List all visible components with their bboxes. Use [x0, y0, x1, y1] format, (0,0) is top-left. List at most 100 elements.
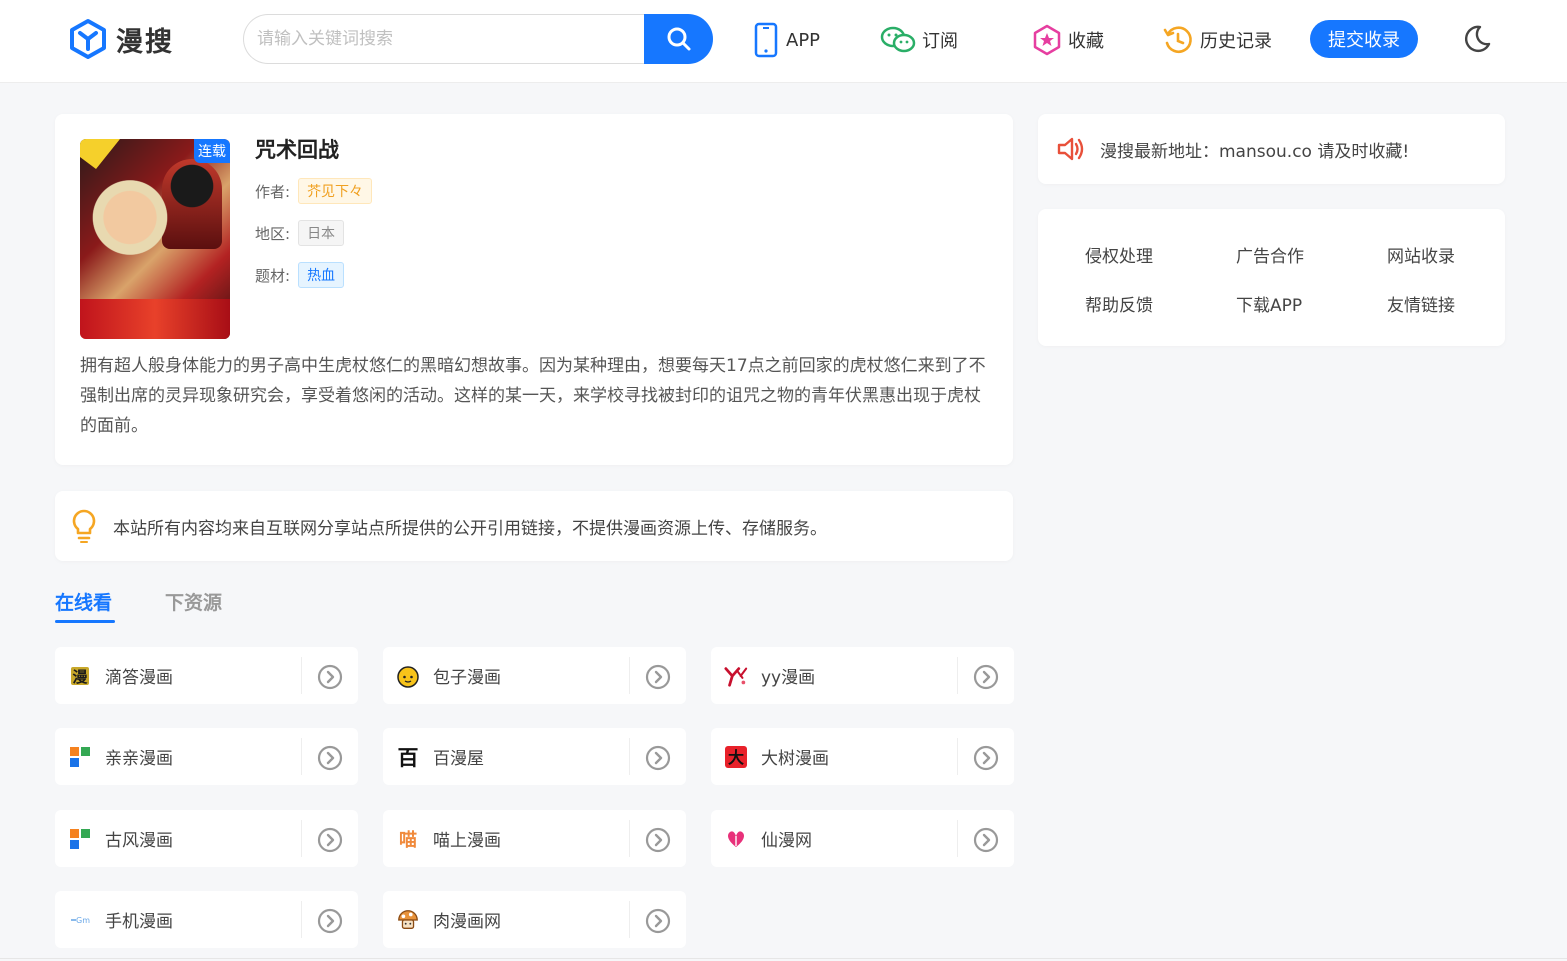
baiman-icon: 百: [396, 745, 420, 769]
svg-text:Gm: Gm: [76, 916, 90, 925]
source-name: yy漫画: [761, 668, 816, 688]
link-feedback[interactable]: 帮助反馈: [1085, 291, 1153, 316]
genre-row: 题材: 热血: [255, 262, 345, 288]
author-tag[interactable]: 芥见下々: [298, 178, 373, 204]
active-tab-indicator: [55, 620, 115, 623]
nav-app-label: APP: [786, 29, 821, 51]
go-arrow-icon[interactable]: [317, 745, 343, 775]
comic-info-card: 连载 咒术回战 作者: 芥见下々 地区: 日本 题材: 热血 拥有超人般身体能力…: [55, 114, 1013, 465]
nav-subscribe-label: 订阅: [922, 31, 958, 52]
tab-download[interactable]: 下资源: [165, 588, 222, 615]
source-name: 百漫屋: [433, 749, 484, 769]
search-icon: [667, 27, 690, 51]
announcement-card: 漫搜最新地址：mansou.co 请及时收藏!: [1038, 114, 1505, 184]
dashu-icon: 大: [724, 745, 748, 769]
source-name: 大树漫画: [761, 749, 829, 769]
status-badge: 连载: [194, 139, 230, 163]
nav-history[interactable]: 历史记录: [1162, 20, 1272, 60]
phone-icon: [754, 22, 778, 58]
footer-links-card: 侵权处理 广告合作 网站收录 帮助反馈 下载APP 友情链接: [1038, 209, 1505, 346]
source-item[interactable]: 肉漫画网: [383, 891, 686, 948]
disclaimer-notice: 本站所有内容均来自互联网分享站点所提供的公开引用链接，不提供漫画资源上传、存储服…: [55, 491, 1013, 561]
nav-favorites[interactable]: 收藏: [1032, 20, 1104, 60]
svg-text:百: 百: [398, 745, 419, 769]
svg-text:喵: 喵: [399, 830, 417, 851]
source-item[interactable]: 仙漫网: [711, 810, 1014, 867]
source-item[interactable]: 古风漫画: [55, 810, 358, 867]
go-arrow-icon[interactable]: [973, 745, 999, 775]
nav-app[interactable]: APP: [752, 20, 820, 60]
source-item[interactable]: 大 大树漫画: [711, 728, 1014, 785]
author-label: 作者:: [255, 182, 291, 201]
go-arrow-icon[interactable]: [973, 664, 999, 694]
go-arrow-icon[interactable]: [317, 908, 343, 938]
speaker-icon: [1057, 137, 1084, 161]
go-arrow-icon[interactable]: [645, 745, 671, 775]
miao-icon: 喵: [396, 827, 420, 851]
nav-subscribe[interactable]: 订阅: [880, 20, 958, 60]
region-tag[interactable]: 日本: [298, 220, 345, 246]
search-bar: [243, 14, 713, 64]
link-friends[interactable]: 友情链接: [1387, 291, 1455, 316]
source-item[interactable]: yy漫画: [711, 647, 1014, 704]
source-item[interactable]: 百 百漫屋: [383, 728, 686, 785]
go-arrow-icon[interactable]: [645, 827, 671, 857]
search-button[interactable]: [644, 14, 713, 64]
search-input[interactable]: [243, 14, 653, 64]
nav-favorites-label: 收藏: [1068, 31, 1104, 52]
top-header: 漫搜 APP 订阅 收藏: [0, 0, 1567, 83]
submit-site-button[interactable]: 提交收录: [1310, 20, 1418, 58]
shouji-icon: Gm: [68, 908, 92, 932]
source-name: 古风漫画: [105, 831, 173, 851]
lightbulb-icon: [72, 509, 96, 543]
history-clock-icon: [1163, 26, 1192, 53]
page-bottom-divider: [0, 958, 1567, 959]
region-row: 地区: 日本: [255, 220, 345, 246]
source-name: 肉漫画网: [433, 912, 501, 932]
disclaimer-text: 本站所有内容均来自互联网分享站点所提供的公开引用链接，不提供漫画资源上传、存储服…: [113, 518, 827, 539]
comic-description: 拥有超人般身体能力的男子高中生虎杖悠仁的黑暗幻想故事。因为某种理由，想要每天17…: [80, 356, 986, 436]
gufeng-icon: [68, 827, 92, 851]
svg-text:漫: 漫: [72, 668, 88, 686]
source-item[interactable]: 亲亲漫画: [55, 728, 358, 785]
comic-cover[interactable]: 连载: [80, 139, 230, 339]
go-arrow-icon[interactable]: [645, 908, 671, 938]
svg-text:大: 大: [728, 748, 744, 767]
source-name: 喵上漫画: [433, 831, 501, 851]
rou-icon: [396, 908, 420, 932]
link-download-app[interactable]: 下载APP: [1236, 291, 1302, 316]
logo-icon: [70, 19, 106, 59]
genre-label: 题材:: [255, 266, 291, 285]
comic-title: 咒术回战: [255, 138, 339, 162]
tab-online[interactable]: 在线看: [55, 588, 112, 615]
site-logo[interactable]: 漫搜: [68, 18, 174, 60]
go-arrow-icon[interactable]: [645, 664, 671, 694]
wechat-icon: [880, 26, 916, 53]
source-item[interactable]: 喵 喵上漫画: [383, 810, 686, 867]
baozi-icon: [396, 664, 420, 688]
announcement-text: 漫搜最新地址：mansou.co 请及时收藏!: [1100, 141, 1410, 162]
moon-icon: [1465, 25, 1491, 53]
go-arrow-icon[interactable]: [317, 664, 343, 694]
genre-tag[interactable]: 热血: [298, 262, 345, 288]
yy-icon: [724, 664, 748, 688]
region-label: 地区:: [255, 224, 291, 243]
author-row: 作者: 芥见下々: [255, 178, 373, 204]
logo-text: 漫搜: [116, 26, 174, 58]
source-name: 亲亲漫画: [105, 749, 173, 769]
source-item[interactable]: 漫 滴答漫画: [55, 647, 358, 704]
go-arrow-icon[interactable]: [317, 827, 343, 857]
link-submit-site[interactable]: 网站收录: [1387, 242, 1455, 267]
source-item[interactable]: Gm 手机漫画: [55, 891, 358, 948]
source-name: 包子漫画: [433, 668, 501, 688]
go-arrow-icon[interactable]: [973, 827, 999, 857]
star-hexagon-icon: [1033, 24, 1061, 56]
dark-mode-toggle[interactable]: [1462, 24, 1492, 58]
xian-icon: [724, 827, 748, 851]
source-name: 滴答漫画: [105, 668, 173, 688]
link-advertising[interactable]: 广告合作: [1236, 242, 1304, 267]
source-item[interactable]: 包子漫画: [383, 647, 686, 704]
qinqin-icon: [68, 745, 92, 769]
link-infringement[interactable]: 侵权处理: [1085, 242, 1153, 267]
source-name: 手机漫画: [105, 912, 173, 932]
